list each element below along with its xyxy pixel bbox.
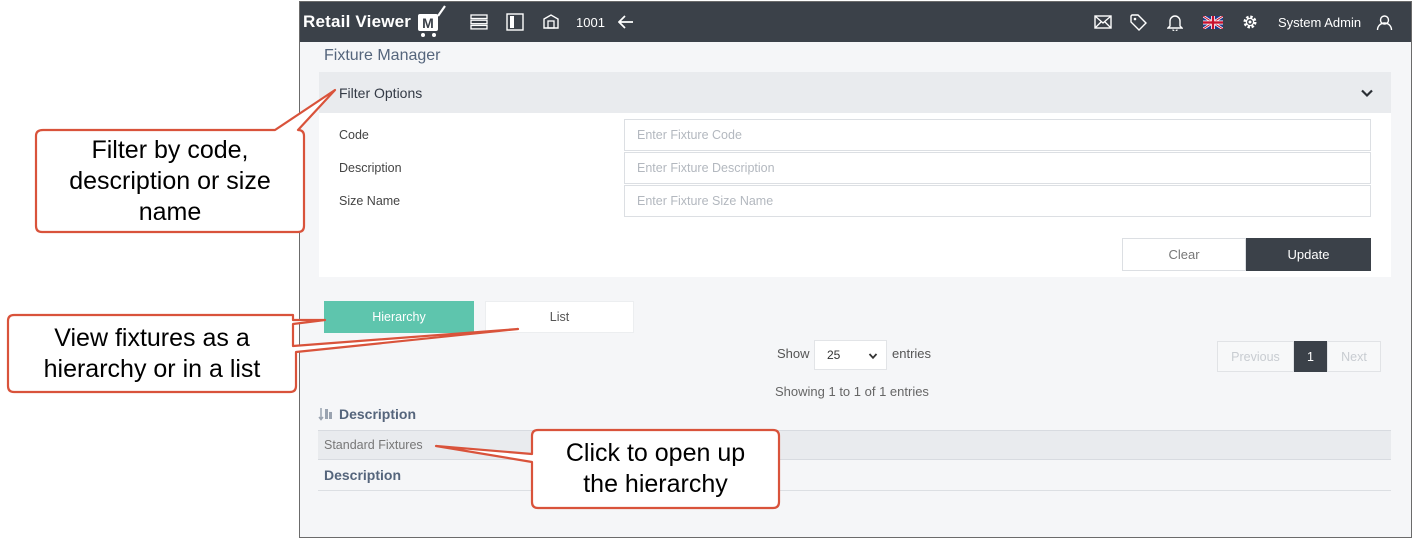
code-input[interactable] <box>624 119 1371 151</box>
description-column-header[interactable]: Description <box>318 406 416 422</box>
showing-info: Showing 1 to 1 of 1 entries <box>775 384 929 399</box>
table-row[interactable]: Standard Fixtures <box>318 430 1391 460</box>
code-label: Code <box>339 128 369 142</box>
tab-hierarchy[interactable]: Hierarchy <box>324 301 474 333</box>
page: Retail Viewer M 1001 System Admin Fixtur… <box>0 0 1414 539</box>
chevron-down-icon <box>868 353 878 360</box>
panel-icon[interactable] <box>505 2 525 42</box>
update-button[interactable]: Update <box>1246 238 1371 271</box>
menu-icon[interactable] <box>469 2 489 42</box>
description-label: Description <box>339 161 402 175</box>
app-window: Retail Viewer M 1001 System Admin Fixtur… <box>299 1 1412 538</box>
page-title: Fixture Manager <box>324 47 441 64</box>
filter-title: Filter Options <box>339 85 423 101</box>
description-column-footer: Description <box>324 467 402 483</box>
user-name[interactable]: System Admin <box>1278 2 1361 42</box>
entries-select[interactable]: 25 <box>814 340 887 370</box>
store-code[interactable]: 1001 <box>576 2 605 42</box>
entries-value: 25 <box>827 348 841 362</box>
mail-icon[interactable] <box>1093 2 1113 42</box>
filter-panel: Filter Options Code Description Size Nam… <box>319 72 1391 277</box>
description-input[interactable] <box>624 152 1371 184</box>
tab-list[interactable]: List <box>485 301 634 333</box>
sort-icon[interactable] <box>318 407 334 421</box>
size-name-input[interactable] <box>624 185 1371 217</box>
show-label: Show <box>777 346 810 361</box>
callout-2-text: View fixtures as a hierarchy or in a lis… <box>43 323 261 383</box>
main-content: Fixture Manager Filter Options Code Desc… <box>300 42 1411 537</box>
logo-badge-letter: M <box>422 15 434 31</box>
entries-label: entries <box>892 346 932 361</box>
back-arrow-icon[interactable] <box>616 2 636 42</box>
user-icon[interactable] <box>1374 2 1394 42</box>
callout-3-text: Click to open up the hierarchy <box>565 439 746 498</box>
bell-icon[interactable] <box>1165 2 1185 42</box>
previous-button[interactable]: Previous <box>1217 341 1294 372</box>
top-navbar: Retail Viewer M 1001 System Admin <box>300 2 1411 42</box>
filter-header[interactable]: Filter Options <box>319 72 1391 113</box>
next-button[interactable]: Next <box>1327 341 1381 372</box>
tag-icon[interactable] <box>1128 2 1148 42</box>
tree-row-label[interactable]: Standard Fixtures <box>324 438 423 452</box>
size-name-label: Size Name <box>339 194 401 208</box>
divider <box>318 490 1391 491</box>
pagination: Previous 1 Next <box>1217 341 1381 372</box>
gear-icon[interactable] <box>1240 2 1260 42</box>
app-logo-text[interactable]: Retail Viewer <box>303 2 411 42</box>
fixture-icon[interactable] <box>541 2 561 42</box>
app-logo-cart-icon[interactable]: M <box>415 2 447 42</box>
callout-1-text: Filter by code, description or size name <box>69 135 271 226</box>
page-1-button[interactable]: 1 <box>1294 341 1327 372</box>
clear-button[interactable]: Clear <box>1122 238 1246 271</box>
uk-flag-icon[interactable] <box>1202 2 1224 42</box>
chevron-down-icon[interactable] <box>1359 85 1375 101</box>
description-header-label: Description <box>339 406 417 422</box>
